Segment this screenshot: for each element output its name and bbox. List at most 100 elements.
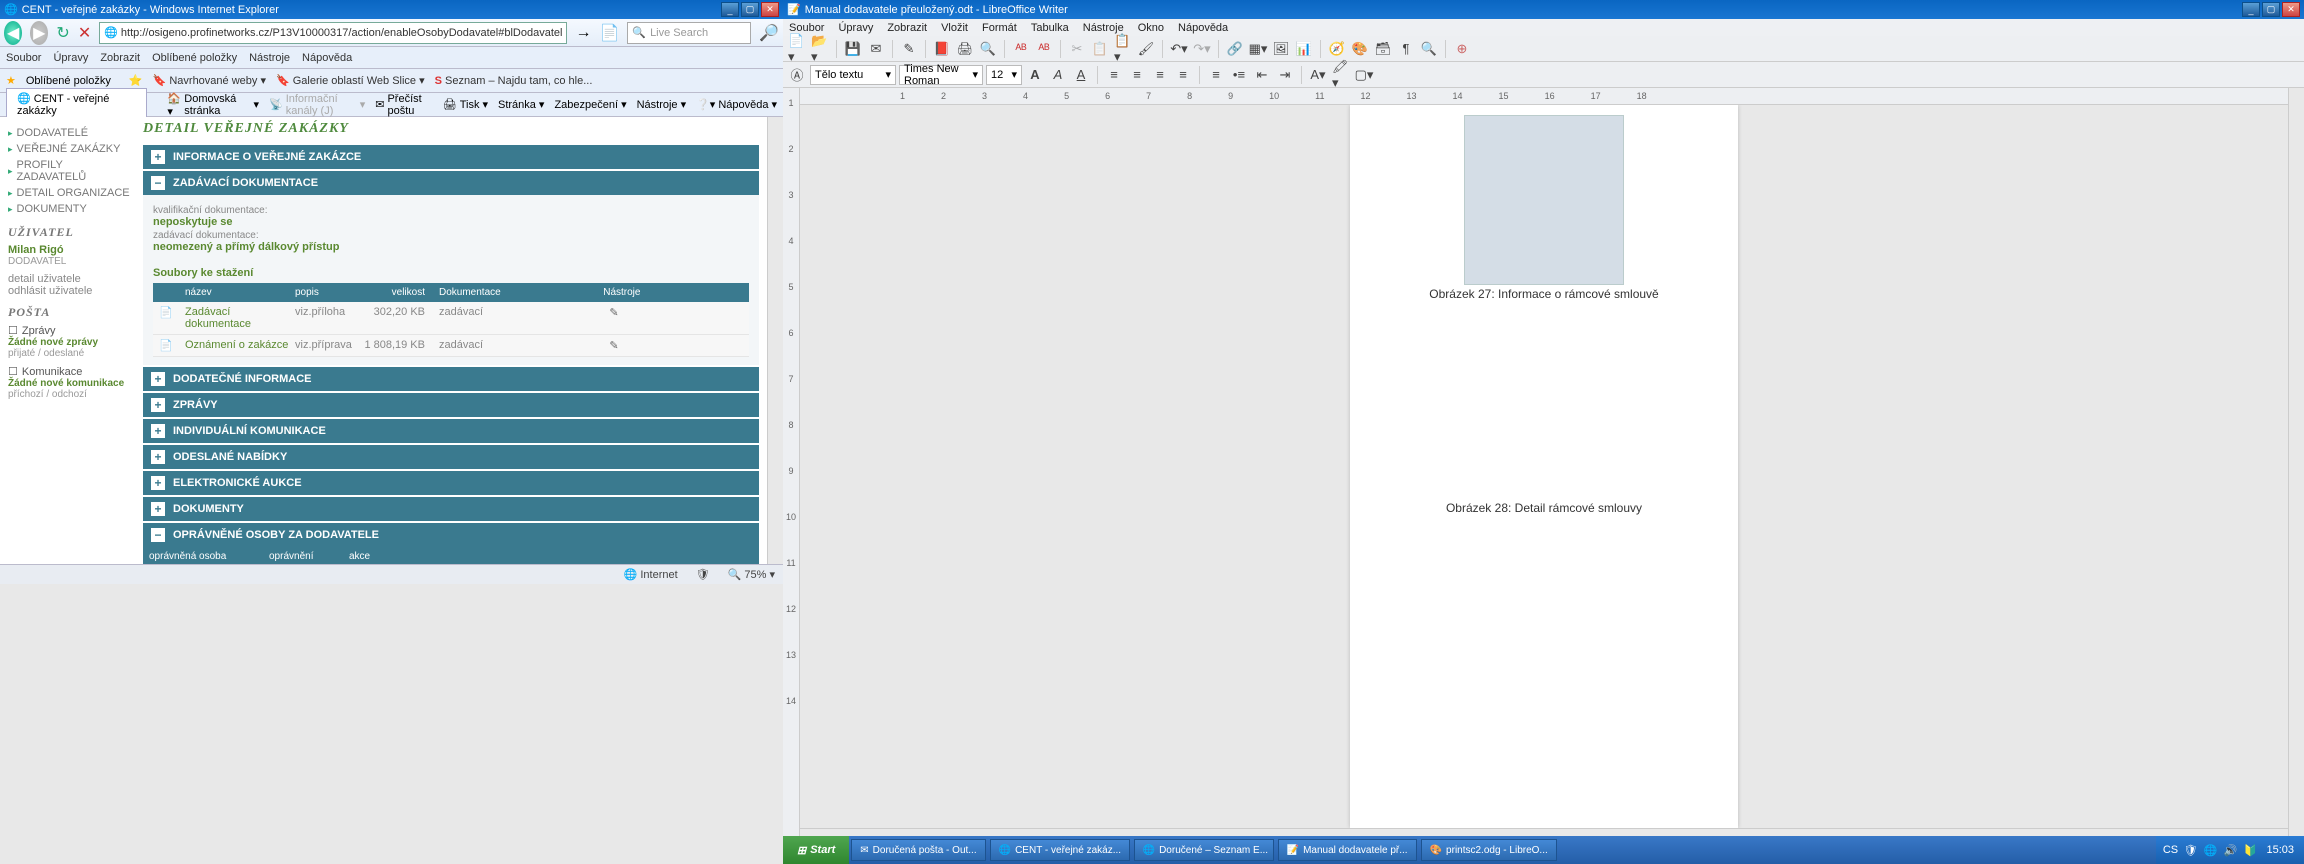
underline-icon[interactable]: A (1071, 65, 1091, 85)
minimize-button[interactable]: _ (721, 2, 739, 17)
email-icon[interactable]: ✉ (866, 39, 886, 59)
tool-print[interactable]: 🖨 Tisk ▾ (443, 92, 488, 118)
spellcheck-icon[interactable]: ᴬᴮ (1011, 39, 1031, 59)
acc-dodatecne[interactable]: +DODATEČNÉ INFORMACE (143, 367, 759, 391)
file-name[interactable]: Zadávací dokumentace (185, 306, 295, 330)
fav-link-2[interactable]: 🔖 Galerie oblastí Web Slice ▾ (276, 74, 425, 87)
lo-menu-format[interactable]: Formát (982, 22, 1017, 34)
lang-indicator[interactable]: CS (2162, 842, 2178, 858)
back-button[interactable]: ◀ (4, 21, 22, 45)
nav-profily[interactable]: ▸PROFILY ZADAVATELŮ (8, 157, 135, 185)
style-combo[interactable]: Tělo textu▾ (810, 65, 896, 85)
help-icon[interactable]: ⊕ (1452, 39, 1472, 59)
maximize-button[interactable]: ▢ (741, 2, 759, 17)
datasource-icon[interactable]: 🗃 (1373, 39, 1393, 59)
edit-icon[interactable]: ✎ (899, 39, 919, 59)
lo-menu-okno[interactable]: Okno (1138, 22, 1164, 34)
document-page[interactable]: Obrázek 27: Informace o rámcové smlouvě … (1350, 105, 1738, 828)
taskbar-item[interactable]: 📝 Manual dodavatele př... (1278, 839, 1417, 861)
taskbar-item[interactable]: 🌐 CENT - veřejné zakáz... (990, 839, 1130, 861)
numbering-icon[interactable]: ≡ (1206, 65, 1226, 85)
align-right-icon[interactable]: ≡ (1150, 65, 1170, 85)
save-icon[interactable]: 💾 (843, 39, 863, 59)
tool-page[interactable]: Stránka ▾ (498, 92, 544, 118)
acc-zaddoc[interactable]: −ZADÁVACÍ DOKUMENTACE (143, 171, 759, 195)
bullets-icon[interactable]: •≡ (1229, 65, 1249, 85)
autospell-icon[interactable]: ᴬᴮ (1034, 39, 1054, 59)
menu-upravy[interactable]: Úpravy (53, 52, 88, 64)
lo-menu-zobrazit[interactable]: Zobrazit (887, 22, 927, 34)
favorites-label[interactable]: Oblíbené položky (26, 75, 111, 87)
forward-button[interactable]: ▶ (30, 21, 48, 45)
acc-odeslane[interactable]: +ODESLANÉ NABÍDKY (143, 445, 759, 469)
align-left-icon[interactable]: ≡ (1104, 65, 1124, 85)
go-icon[interactable]: → (575, 24, 591, 42)
favorites-star-icon[interactable]: ★ (6, 74, 16, 87)
vertical-scrollbar[interactable] (767, 117, 783, 564)
menu-oblibene[interactable]: Oblíbené položky (152, 52, 237, 64)
bg-color-icon[interactable]: ▢▾ (1354, 65, 1374, 85)
taskbar-item[interactable]: ✉ Doručená pošta - Out... (851, 839, 985, 861)
kom-sub[interactable]: příchozí / odchozí (8, 389, 135, 400)
acc-zpravy[interactable]: +ZPRÁVY (143, 393, 759, 417)
open-icon[interactable]: 📂▾ (810, 39, 830, 59)
stop-icon[interactable]: ✕ (78, 23, 91, 43)
tool-home[interactable]: 🏠▾ Domovská stránka ▾ (167, 92, 259, 118)
align-center-icon[interactable]: ≡ (1127, 65, 1147, 85)
print-icon[interactable]: 🖨 (955, 39, 975, 59)
paste-icon[interactable]: 📋▾ (1113, 39, 1133, 59)
undo-icon[interactable]: ↶▾ (1169, 39, 1189, 59)
highlight-icon[interactable]: 🖍▾ (1331, 65, 1351, 85)
post-zpravy[interactable]: ☐Zprávy (8, 324, 135, 337)
size-combo[interactable]: 12▾ (986, 65, 1022, 85)
fav-link-3[interactable]: S Seznam – Najdu tam, co hle... (435, 75, 593, 87)
tray-clock[interactable]: 15:03 (2262, 844, 2298, 856)
search-box[interactable]: 🔍 Live Search (627, 22, 751, 44)
tray-av-icon[interactable]: 🔰 (2242, 842, 2258, 858)
edit-icon[interactable]: ✎ (609, 340, 618, 352)
user-detail-link[interactable]: detail uživatele (8, 273, 135, 285)
lo-menu-tabulka[interactable]: Tabulka (1031, 22, 1069, 34)
taskbar-item[interactable]: 🌐 Doručené – Seznam E... (1134, 839, 1274, 861)
msg-sub[interactable]: přijaté / odeslané (8, 348, 135, 359)
indent-dec-icon[interactable]: ⇤ (1252, 65, 1272, 85)
search-go-icon[interactable]: 🔎 (759, 23, 779, 43)
acc-doks[interactable]: +DOKUMENTY (143, 497, 759, 521)
navigator-icon[interactable]: 🧭 (1327, 39, 1347, 59)
bold-icon[interactable]: A (1025, 65, 1045, 85)
refresh-icon[interactable]: ↻ (56, 23, 69, 43)
menu-napoveda[interactable]: Nápověda (302, 52, 352, 64)
acc-opravnene[interactable]: −OPRÁVNĚNÉ OSOBY ZA DODAVATELE (143, 523, 759, 547)
start-button[interactable]: ⊞ Start (783, 836, 849, 864)
tray-network-icon[interactable]: 🌐 (2202, 842, 2218, 858)
new-icon[interactable]: 📄▾ (787, 39, 807, 59)
nonprint-icon[interactable]: ¶ (1396, 39, 1416, 59)
zoom-icon[interactable]: 🔍 (1419, 39, 1439, 59)
close-button[interactable]: ✕ (761, 2, 779, 17)
table-icon[interactable]: ▦▾ (1248, 39, 1268, 59)
preview-icon[interactable]: 🔍 (978, 39, 998, 59)
acc-info[interactable]: +INFORMACE O VEŘEJNÉ ZAKÁZCE (143, 145, 759, 169)
close-button[interactable]: ✕ (2282, 2, 2300, 17)
pdf-icon[interactable]: 📕 (932, 39, 952, 59)
post-komunikace[interactable]: ☐Komunikace (8, 365, 135, 378)
image-icon[interactable]: 🖼 (1271, 39, 1291, 59)
hyperlink-icon[interactable]: 🔗 (1225, 39, 1245, 59)
document-canvas[interactable]: Obrázek 27: Informace o rámcové smlouvě … (800, 105, 2288, 828)
tool-mail[interactable]: ✉ Přečíst poštu (375, 92, 432, 118)
redo-icon[interactable]: ↷▾ (1192, 39, 1212, 59)
nav-zakazky[interactable]: ▸VEŘEJNÉ ZAKÁZKY (8, 141, 135, 157)
fav-link-1[interactable]: 🔖 Navrhované weby ▾ (153, 74, 266, 87)
minimize-button[interactable]: _ (2242, 2, 2260, 17)
address-bar[interactable]: 🌐 http://osigeno.profinetworks.cz/P13V10… (99, 22, 567, 44)
menu-soubor[interactable]: Soubor (6, 52, 41, 64)
acc-indkom[interactable]: +INDIVIDUÁLNÍ KOMUNIKACE (143, 419, 759, 443)
font-color-icon[interactable]: A▾ (1308, 65, 1328, 85)
lo-vertical-scrollbar[interactable] (2288, 88, 2304, 844)
tray-volume-icon[interactable]: 🔊 (2222, 842, 2238, 858)
lo-menu-upravy[interactable]: Úpravy (838, 22, 873, 34)
tray-shield-icon[interactable]: 🛡 (2182, 842, 2198, 858)
file-name[interactable]: Oznámení o zakázce (185, 339, 295, 352)
tool-rss[interactable]: 📡 Informační kanály (J) ▾ (269, 92, 365, 118)
user-logout-link[interactable]: odhlásit uživatele (8, 285, 135, 297)
